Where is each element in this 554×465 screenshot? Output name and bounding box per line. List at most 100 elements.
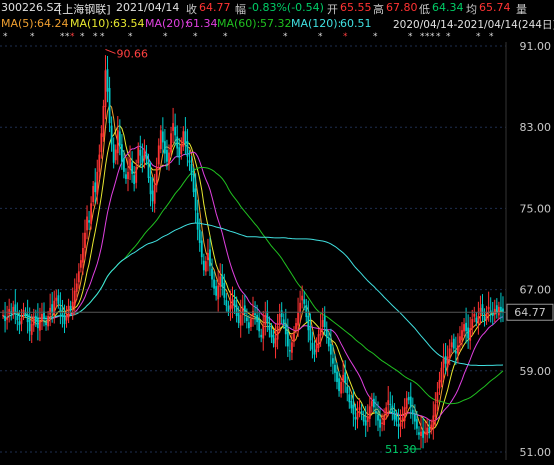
candle-body [67, 305, 70, 318]
candle-body [6, 318, 9, 320]
candle-body [114, 149, 117, 161]
candle-body [252, 310, 254, 316]
candle-body [172, 123, 174, 131]
candle-body [264, 314, 267, 325]
candle-body [391, 405, 394, 413]
candle-body [430, 424, 433, 431]
candle-body [100, 133, 103, 153]
candle-body [149, 176, 152, 195]
candle-body [248, 322, 250, 329]
candle-body [477, 315, 480, 324]
candle-body [28, 319, 31, 332]
candle-body [57, 295, 60, 304]
candle-body [465, 322, 467, 332]
candle-body [262, 326, 265, 339]
candle-body [381, 422, 383, 424]
candle-body [485, 311, 488, 321]
candle-body [325, 329, 328, 338]
candle-body [129, 158, 131, 170]
candle-body [448, 348, 451, 358]
max-price-label: 90.66 [116, 47, 148, 60]
candle-body [36, 318, 39, 329]
candle-body [467, 327, 470, 339]
candle-body [217, 285, 220, 300]
candle-body [270, 330, 273, 338]
candle-body [336, 371, 338, 382]
candle-body [469, 328, 472, 341]
candle-body [364, 420, 367, 426]
candle-body [123, 158, 125, 172]
candle-body [254, 313, 256, 315]
candle-body [141, 155, 144, 163]
candle-body [276, 326, 279, 340]
candle-body [274, 338, 277, 348]
candle-body [313, 349, 316, 355]
candle-body [377, 414, 379, 421]
candle-body [92, 186, 95, 203]
candle-body [297, 311, 299, 326]
candle-body [356, 412, 359, 420]
candle-body [491, 313, 494, 316]
y-tick-label: 83.00 [520, 121, 552, 134]
candle-body [137, 147, 140, 164]
candle-body [309, 326, 312, 341]
candle-body [16, 315, 19, 321]
y-axis: 91.00 83.00 75.00 67.00 59.00 51.00 [520, 40, 552, 459]
candle-body [368, 406, 371, 419]
candle-body [332, 358, 334, 364]
current-price-tag: 64.77 [506, 303, 554, 321]
candle-body [284, 324, 287, 335]
candle-body [143, 149, 146, 161]
candle-body [47, 315, 50, 327]
candle-body [342, 374, 345, 382]
candle-body [500, 306, 502, 311]
candle-body [317, 334, 320, 349]
candle-body [139, 149, 142, 156]
candle-body [180, 144, 183, 154]
candle-body [84, 232, 86, 248]
candle-body [209, 249, 211, 267]
candle-body [118, 131, 121, 146]
candle-body [456, 345, 459, 354]
candle-body [20, 318, 23, 324]
max-price-pointer [105, 48, 116, 54]
candle-body [260, 334, 263, 338]
candle-body [161, 131, 164, 143]
candle-body [145, 153, 148, 159]
candle-body [389, 403, 392, 405]
candle-body [360, 410, 363, 415]
candle-body [299, 302, 302, 312]
candle-body [59, 307, 62, 312]
candle-body [442, 358, 445, 368]
candle-body [268, 325, 271, 331]
candle-body [231, 298, 234, 309]
candlestick-chart[interactable]: 91.00 83.00 75.00 67.00 59.00 51.00 64.77 90.… [0, 0, 554, 465]
candle-body [155, 166, 158, 186]
candle-body [176, 136, 179, 149]
candle-body [77, 271, 80, 283]
candle-body [120, 144, 123, 162]
candle-body [502, 308, 504, 313]
candle-body [133, 175, 136, 185]
candle-body [233, 299, 236, 306]
candle-body [428, 427, 431, 433]
candle-body [34, 315, 37, 323]
candle-body [73, 290, 76, 306]
candle-body [379, 419, 381, 428]
candle-body [229, 304, 232, 310]
candle-body [159, 130, 162, 150]
candle-body [350, 401, 353, 409]
candle-body [372, 398, 375, 408]
candle-body [106, 69, 109, 92]
candle-body [387, 400, 390, 405]
candle-body [393, 411, 396, 420]
candle-body [487, 306, 490, 310]
candle-body [280, 310, 283, 318]
candle-body [30, 324, 33, 335]
candle-body [258, 319, 261, 332]
candle-body [291, 342, 293, 353]
candle-body [418, 432, 420, 435]
candle-body [444, 356, 447, 364]
candle-body [94, 182, 97, 193]
candle-body [463, 324, 465, 332]
